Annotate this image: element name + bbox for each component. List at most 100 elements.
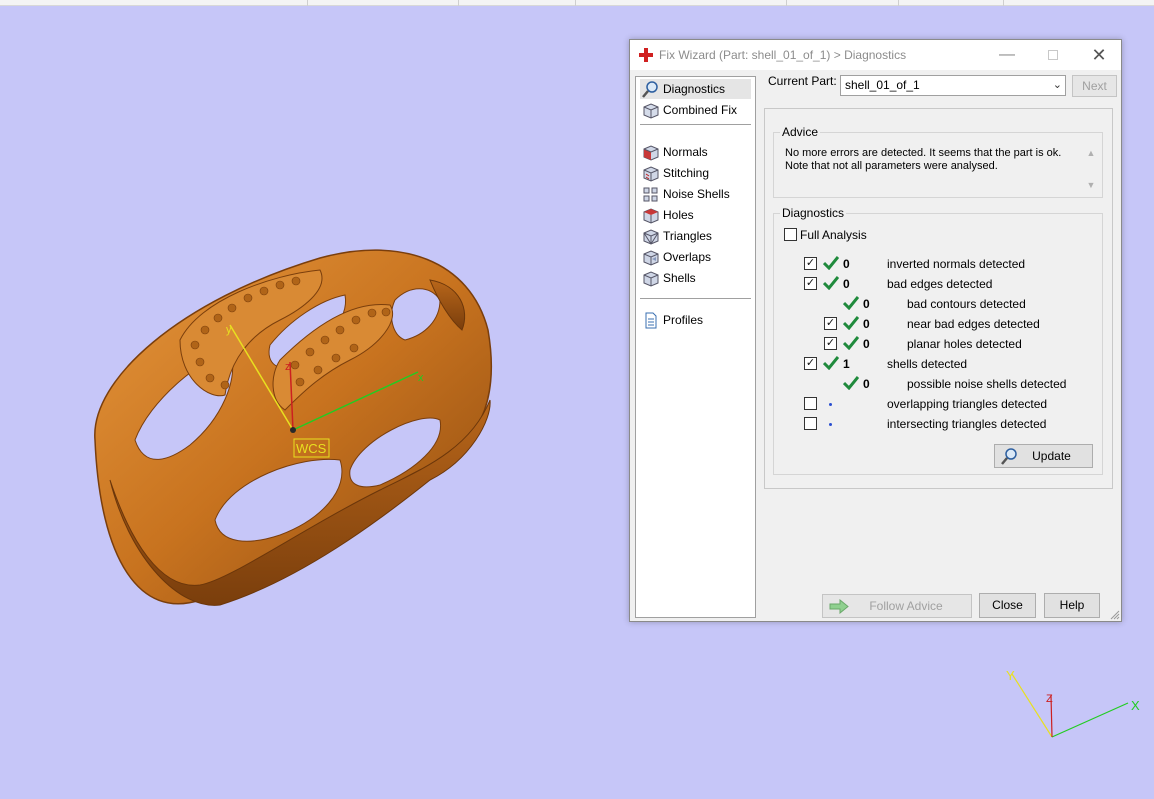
- inverted-normals-count: 0: [843, 257, 850, 271]
- green-check-icon: [843, 316, 859, 330]
- sidebar-item-overlaps[interactable]: Overlaps: [640, 247, 751, 267]
- overlapping-triangles-label: overlapping triangles detected: [887, 397, 1048, 411]
- wcs-label: WCS: [296, 441, 327, 456]
- svg-text:Z: Z: [1046, 693, 1053, 705]
- bad-edges-checkbox[interactable]: ✓: [804, 277, 817, 290]
- svg-text:Y: Y: [1006, 668, 1015, 683]
- svg-text:z: z: [285, 361, 291, 373]
- shells-count: 1: [843, 357, 850, 371]
- advice-scrollbar[interactable]: ▲ ▼: [1085, 147, 1097, 191]
- cube-icon: [643, 103, 659, 119]
- planar-holes-checkbox[interactable]: ✓: [824, 337, 837, 350]
- magnifier-icon: [642, 81, 658, 98]
- title-bar[interactable]: Fix Wizard (Part: shell_01_of_1) > Diagn…: [630, 40, 1121, 70]
- current-part-label: Current Part:: [768, 74, 837, 88]
- sidebar-item-label: Combined Fix: [663, 103, 738, 117]
- update-button[interactable]: Update: [994, 444, 1093, 468]
- noise-shells-icon: [643, 187, 658, 202]
- triangles-cube-icon: [643, 229, 659, 245]
- diagnostics-label: Diagnostics: [780, 206, 847, 220]
- sidebar-item-label: Noise Shells: [663, 187, 730, 201]
- bad-edges-label: bad edges detected: [887, 277, 993, 291]
- sidebar-item-triangles[interactable]: Triangles: [640, 226, 751, 246]
- scroll-down-icon[interactable]: ▼: [1085, 179, 1097, 191]
- wizard-sidebar: Diagnostics Combined Fix Normals Stitchi…: [635, 76, 756, 618]
- shells-label: shells detected: [887, 357, 968, 371]
- sidebar-item-label: Normals: [663, 145, 708, 159]
- update-label: Update: [1032, 449, 1071, 463]
- minimize-button[interactable]: —: [984, 40, 1030, 70]
- green-check-icon: [843, 336, 859, 350]
- inverted-normals-label: inverted normals detected: [887, 257, 1026, 271]
- full-analysis-label: Full Analysis: [800, 228, 867, 242]
- axis-triad: Y X Z: [1006, 668, 1140, 738]
- dialog-title: Fix Wizard (Part: shell_01_of_1) > Diagn…: [659, 48, 907, 62]
- near-bad-edges-count: 0: [863, 317, 870, 331]
- svg-text:y: y: [226, 324, 232, 336]
- pending-dot-icon: [829, 423, 832, 426]
- bad-contours-label: bad contours detected: [907, 297, 1026, 311]
- sidebar-item-label: Diagnostics: [663, 82, 726, 96]
- sidebar-item-noise-shells[interactable]: Noise Shells: [640, 184, 751, 204]
- planar-holes-count: 0: [863, 337, 870, 351]
- green-check-icon: [843, 296, 859, 310]
- sidebar-item-diagnostics[interactable]: Diagnostics: [640, 79, 751, 99]
- normals-cube-icon: [643, 145, 659, 161]
- current-part-select[interactable]: shell_01_of_1 ⌄: [840, 75, 1066, 96]
- sidebar-item-label: Stitching: [663, 166, 710, 180]
- sidebar-item-normals[interactable]: Normals: [640, 142, 751, 162]
- sidebar-item-label: Triangles: [663, 229, 712, 243]
- sidebar-item-stitching[interactable]: Stitching: [640, 163, 751, 183]
- green-check-icon: [823, 356, 839, 370]
- inverted-normals-checkbox[interactable]: ✓: [804, 257, 817, 270]
- full-analysis-checkbox[interactable]: [784, 228, 797, 241]
- sidebar-item-holes[interactable]: Holes: [640, 205, 751, 225]
- intersecting-triangles-label: intersecting triangles detected: [887, 417, 1047, 431]
- green-check-icon: [823, 276, 839, 290]
- maximize-icon: [1048, 49, 1058, 60]
- advice-line-2: Note that not all parameters were analys…: [785, 160, 998, 172]
- overlapping-triangles-checkbox[interactable]: [804, 397, 817, 410]
- shells-cube-icon: [643, 271, 659, 287]
- follow-advice-button[interactable]: Follow Advice: [822, 594, 972, 618]
- fix-wizard-dialog[interactable]: Fix Wizard (Part: shell_01_of_1) > Diagn…: [629, 39, 1122, 622]
- close-window-button[interactable]: ✕: [1076, 40, 1122, 70]
- help-button[interactable]: Help: [1044, 593, 1100, 618]
- near-bad-edges-checkbox[interactable]: ✓: [824, 317, 837, 330]
- shells-checkbox[interactable]: ✓: [804, 357, 817, 370]
- maximize-button[interactable]: [1030, 40, 1076, 70]
- scroll-up-icon[interactable]: ▲: [1085, 147, 1097, 159]
- green-check-icon: [843, 376, 859, 390]
- intersecting-triangles-checkbox[interactable]: [804, 417, 817, 430]
- sidebar-divider: [640, 124, 751, 125]
- advice-group: Advice No more errors are detected. It s…: [773, 125, 1103, 198]
- svg-text:x: x: [418, 372, 424, 384]
- advice-line-1: No more errors are detected. It seems th…: [785, 147, 1062, 159]
- resize-grip-icon[interactable]: [1110, 610, 1120, 620]
- near-bad-edges-label: near bad edges detected: [907, 317, 1040, 331]
- sidebar-item-label: Holes: [663, 208, 694, 222]
- sidebar-item-profiles[interactable]: Profiles: [640, 310, 751, 330]
- advice-text: No more errors are detected. It seems th…: [785, 147, 1075, 173]
- noise-shells-count: 0: [863, 377, 870, 391]
- holes-cube-icon: [643, 208, 659, 224]
- pending-dot-icon: [829, 403, 832, 406]
- sidebar-item-shells[interactable]: Shells: [640, 268, 751, 288]
- sidebar-item-combined-fix[interactable]: Combined Fix: [640, 100, 751, 120]
- sidebar-item-label: Profiles: [663, 313, 704, 327]
- svg-text:X: X: [1131, 698, 1140, 713]
- bad-contours-count: 0: [863, 297, 870, 311]
- overlaps-cube-icon: [643, 250, 659, 266]
- document-icon: [645, 312, 657, 329]
- next-button[interactable]: Next: [1072, 75, 1117, 97]
- close-button[interactable]: Close: [979, 593, 1036, 618]
- sidebar-divider: [640, 298, 751, 299]
- sidebar-item-label: Shells: [663, 271, 696, 285]
- noise-shells-label: possible noise shells detected: [907, 377, 1067, 391]
- sidebar-item-label: Overlaps: [663, 250, 712, 264]
- close-icon: ✕: [1091, 45, 1107, 65]
- chevron-down-icon: ⌄: [1052, 79, 1062, 91]
- planar-holes-label: planar holes detected: [907, 337, 1022, 351]
- red-cross-icon: [639, 48, 653, 62]
- magnifier-icon: [1001, 448, 1017, 465]
